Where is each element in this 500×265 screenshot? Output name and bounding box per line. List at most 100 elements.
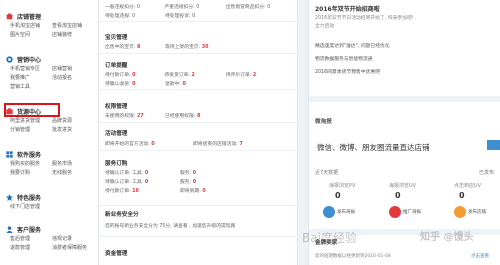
- order-refunding[interactable]: 退款中: 0: [165, 80, 227, 87]
- notice-subtitle: 2016年双节节日活动招商开始了, 快来参加吧!: [315, 16, 414, 21]
- safety-score-text[interactable]: 您的账号新业务安全分为 75分, 请查看 , 加速您升级的提现路: [105, 222, 295, 229]
- sidebar-link[interactable]: 分销管理: [10, 126, 52, 133]
- items-on-sale[interactable]: 出售中的宝贝: 8: [105, 43, 165, 50]
- action-label: 推广海报: [403, 210, 421, 215]
- sidebar-link[interactable]: 售后管理: [10, 235, 52, 242]
- sidebar-link[interactable]: 线下门店管理: [10, 203, 52, 210]
- dashboard-right-panel: 2016年双节开始招商啦 2016年双节节日活动招商开始了, 快来参加吧! 全力…: [308, 0, 500, 265]
- publish-poster-button[interactable]: 发布海报: [323, 206, 355, 218]
- service-service[interactable]: 服务: 0: [180, 178, 242, 185]
- stat-label-click: 点击到店UV: [454, 183, 482, 189]
- promo-button[interactable]: [487, 140, 500, 150]
- label: 待确认收货:: [105, 82, 133, 87]
- sidebar-link[interactable]: 服务市场: [52, 160, 94, 167]
- promote-poster-button[interactable]: 推广海报: [389, 206, 421, 218]
- sidebar-link[interactable]: 查看淘宝店铺: [52, 22, 94, 29]
- items-waiting[interactable]: 等待上架的宝贝: 30: [165, 43, 227, 50]
- count: 0: [132, 73, 136, 78]
- sidebar-link[interactable]: 活动报名: [52, 74, 94, 81]
- sidebar-link[interactable]: 阿里进货管理: [10, 117, 52, 124]
- publish-store-button[interactable]: 发布店铺: [454, 206, 486, 218]
- sidebar-link[interactable]: 违规记录: [52, 235, 94, 242]
- sidebar-link[interactable]: 店铺营销: [52, 65, 94, 72]
- block-title: 活动管理: [105, 131, 128, 137]
- count: 0: [144, 171, 149, 176]
- count: 0: [192, 171, 197, 176]
- promo-text: 微信、微博、朋友圈流量直达店铺: [317, 143, 430, 152]
- label: 已经使用权限:: [165, 114, 197, 119]
- service-order-block: 服务订购 待确认订单: 工具: 0 服务: 0 待确认订单: 工具: 0 服务:…: [99, 156, 299, 206]
- sidebar-section-software: 软件服务 › 我购买的服务 服务市场 我要订购 无线服务: [6, 149, 106, 176]
- sidebar-link[interactable]: 品牌货源: [52, 117, 94, 124]
- count: 2: [252, 73, 257, 78]
- period-right[interactable]: 已发布: [479, 169, 494, 176]
- sidebar-link[interactable]: 退款管理: [10, 244, 52, 251]
- activity-official[interactable]: 即将开始的官方活动: 0: [105, 140, 193, 147]
- safety-score-block: 新业务安全分 您的账号新业务安全分为 75分, 请查看 , 加速您升级的提现路: [99, 207, 299, 237]
- sidebar-link[interactable]: 手机营销专区: [10, 65, 52, 72]
- label: 待付款订单:: [105, 189, 133, 194]
- count: 0: [151, 142, 155, 147]
- notice-item[interactable]: 物流数据服务与智能物流通: [315, 55, 373, 62]
- promote-icon: [389, 206, 401, 218]
- label: 待确认订单: 工具:: [105, 171, 145, 176]
- block-title: 新业务安全分: [105, 212, 139, 218]
- pending-complaint[interactable]: 待处理投诉: 0: [165, 12, 227, 19]
- sidebar-header-software[interactable]: 软件服务 ›: [6, 149, 106, 159]
- label: 即将结束的店铺活动:: [193, 142, 240, 147]
- sidebar-header-special[interactable]: 特色服务 ›: [6, 192, 106, 202]
- sidebar-link[interactable]: 批发进货: [52, 126, 94, 133]
- notice-item[interactable]: 2016同夏季货节预售中优惠吧: [315, 68, 380, 75]
- sidebar-link[interactable]: 营销工具: [10, 83, 52, 90]
- marketing-icon: [6, 55, 13, 63]
- baby-management-block: 宝贝管理 出售中的宝贝: 8 等待上架的宝贝: 30: [99, 30, 299, 54]
- label: 即将开始的官方活动:: [105, 142, 152, 147]
- activity-store[interactable]: 即将结束的店铺活动: 7: [193, 140, 293, 147]
- sidebar-header-store[interactable]: 店铺管理 ›: [6, 11, 106, 21]
- violation-serious[interactable]: 严重违规扣分: 0: [164, 3, 225, 10]
- service-tool[interactable]: 待确认订单: 工具: 0: [105, 169, 180, 176]
- stat-label-uv: 海报浏览UV: [389, 183, 417, 189]
- sidebar-header-customer[interactable]: 客户服务 ›: [6, 224, 106, 234]
- stat-value-pv: 0: [335, 191, 341, 200]
- stat-label-pv: 海报浏览PV: [329, 183, 356, 189]
- sidebar-link[interactable]: 消费者保障服务: [52, 244, 94, 251]
- service-tool[interactable]: 待确认订单: 工具: 0: [105, 178, 180, 185]
- gold-seller-link[interactable]: 点击查看: [471, 253, 489, 259]
- notice-subtitle: 全力启动: [315, 24, 335, 29]
- sidebar-link[interactable]: 店铺装修: [52, 31, 94, 38]
- sidebar-link[interactable]: 无线服务: [52, 169, 94, 176]
- notice-title[interactable]: 2016年双节开始招商啦: [315, 4, 380, 13]
- notice-item[interactable]: 精选速度达到"准达", 问题已经优化: [315, 42, 390, 49]
- sidebar-link[interactable]: 手机淘宝店铺: [10, 22, 52, 29]
- count: 2: [191, 73, 195, 78]
- label: 待付款订单:: [105, 73, 133, 78]
- sidebar-link[interactable]: 图片空间: [10, 31, 52, 38]
- service-expiring[interactable]: 即将到期: 0: [180, 187, 242, 194]
- count: 30: [201, 45, 209, 50]
- violation-counterfeit[interactable]: 出售假冒商品扣分: 0: [226, 3, 295, 10]
- stat-value-click: 0: [459, 191, 465, 200]
- order-to-review[interactable]: 待评价订单: 2: [226, 71, 295, 78]
- sidebar-link[interactable]: 我要订购: [10, 169, 52, 176]
- weitao-title: 微淘报: [315, 119, 332, 125]
- sidebar-link[interactable]: 我要推广: [10, 74, 52, 81]
- order-unpaid[interactable]: 待付款订单: 0: [105, 71, 164, 78]
- sidebar-title-software: 软件服务: [17, 151, 42, 159]
- block-title: 宝贝管理: [105, 35, 128, 41]
- order-confirm[interactable]: 待确认收货: 0: [105, 80, 165, 87]
- permission-block: 权限管理 未使用的权限: 27 已经使用权限: 8: [99, 99, 299, 123]
- permission-unused[interactable]: 未使用的权限: 27: [105, 112, 165, 119]
- violation-general[interactable]: 一般违规扣分: 0: [105, 3, 164, 10]
- sidebar-header-marketing[interactable]: 营销中心 ›: [6, 54, 106, 64]
- pending-violation[interactable]: 待处理违规: 0: [105, 12, 165, 19]
- service-unpaid[interactable]: 待付款订单: 16: [105, 187, 180, 194]
- service-service[interactable]: 服务: 0: [180, 169, 242, 176]
- count: 8: [136, 45, 141, 50]
- action-label: 发布店铺: [468, 210, 486, 215]
- sidebar: 店铺管理 › 手机淘宝店铺 查看淘宝店铺 图片空间 店铺装修 营销中心 › 手机…: [0, 0, 108, 265]
- permission-used[interactable]: 已经使用权限: 8: [165, 112, 227, 119]
- sidebar-link[interactable]: 我购买的服务: [10, 160, 52, 167]
- order-reminder-block: 订单提醒 待付款订单: 0 待发货订单: 2 待评价订单: 2 待确认收货: 0…: [99, 58, 299, 90]
- order-to-ship[interactable]: 待发货订单: 2: [164, 71, 225, 78]
